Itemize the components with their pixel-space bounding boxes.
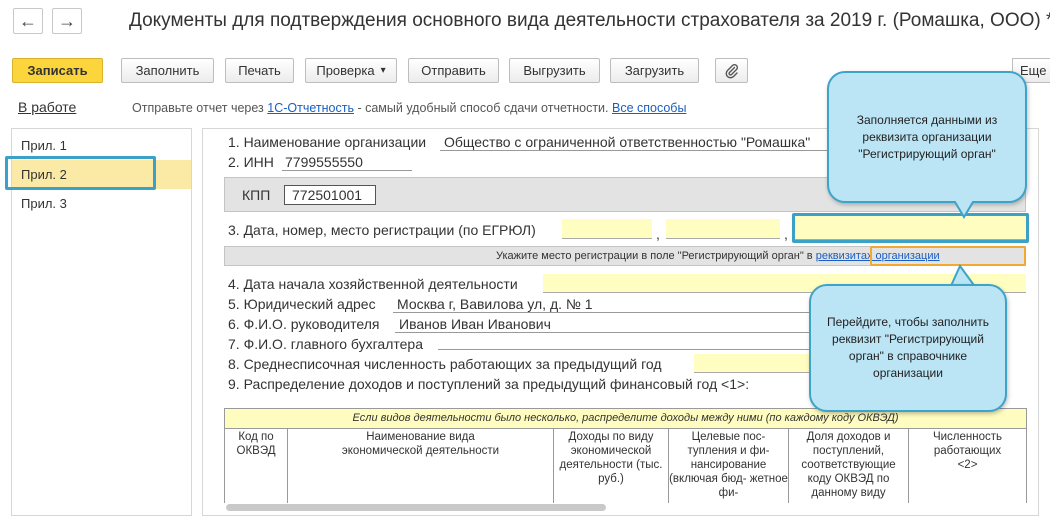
director-field[interactable]: Иванов Иван Иванович: [395, 316, 815, 333]
accountant-field[interactable]: [438, 349, 816, 350]
fill-button[interactable]: Заполнить: [121, 58, 214, 83]
check-button[interactable]: Проверка ▾: [305, 58, 397, 83]
1c-reporting-link[interactable]: 1С-Отчетность: [267, 101, 354, 115]
reg-date-field[interactable]: [562, 219, 652, 239]
org-name-field[interactable]: Общество с ограниченной ответственностью…: [440, 134, 835, 151]
column-activity-name: Наименование вида экономической деятельн…: [287, 429, 554, 503]
attach-button[interactable]: [715, 58, 748, 83]
page-title: Документы для подтверждения основного ви…: [129, 10, 1050, 31]
inn-label: 2. ИНН: [228, 154, 274, 170]
sidebar-item-app3[interactable]: Прил. 3: [12, 189, 191, 218]
kpp-label: КПП: [242, 187, 271, 203]
check-button-label: Проверка: [316, 63, 375, 78]
column-okved: Код по ОКВЭД: [224, 429, 288, 503]
inn-field[interactable]: 7799555550: [282, 154, 412, 171]
address-field[interactable]: Москва г, Вавилова ул, д. № 1: [393, 296, 813, 313]
hint-middle: - самый удобный способ сдачи отчетности.: [353, 101, 612, 115]
reg-hint-prefix: Укажите место регистрации в поле "Регист…: [496, 250, 816, 262]
headcount-label: 8. Среднесписочная численность работающи…: [228, 356, 662, 372]
status-link[interactable]: В работе: [18, 99, 76, 115]
arrow-left-icon: ←: [19, 10, 37, 31]
load-button[interactable]: Загрузить: [610, 58, 699, 83]
kpp-field[interactable]: 772501001: [284, 185, 376, 205]
back-button[interactable]: ←: [13, 8, 43, 34]
chevron-down-icon: ▾: [380, 65, 386, 76]
print-button[interactable]: Печать: [225, 58, 294, 83]
arrow-right-icon: →: [58, 10, 76, 31]
address-label: 5. Юридический адрес: [228, 296, 376, 312]
director-label: 6. Ф.И.О. руководителя: [228, 316, 380, 332]
column-income-share: Доля доходов и поступлений, соответствую…: [788, 429, 909, 503]
selection-highlight: [5, 156, 156, 190]
paperclip-icon: [725, 63, 738, 78]
callout-registering-authority: Заполняется данными из реквизита организ…: [827, 71, 1027, 203]
comma-2: ,: [784, 226, 788, 242]
start-date-label: 4. Дата начала хозяйственной деятельност…: [228, 276, 518, 292]
comma-1: ,: [656, 226, 660, 242]
reg-number-field[interactable]: [666, 219, 780, 239]
all-methods-link[interactable]: Все способы: [612, 101, 686, 115]
callout-pointer-top: [950, 197, 978, 219]
save-button[interactable]: Записать: [12, 58, 103, 83]
callout-go-to-requisite: Перейдите, чтобы заполнить реквизит "Рег…: [809, 284, 1007, 412]
sending-hint: Отправьте отчет через 1С-Отчетность - са…: [132, 101, 686, 115]
horizontal-scrollbar[interactable]: [226, 504, 606, 511]
column-income: Доходы по виду экономической деятельност…: [553, 429, 669, 503]
accountant-label: 7. Ф.И.О. главного бухгалтера: [228, 336, 423, 352]
upload-button[interactable]: Выгрузить: [509, 58, 600, 83]
registration-label: 3. Дата, номер, место регистрации (по ЕГ…: [228, 222, 536, 238]
column-headcount: Численность работающих <2>: [908, 429, 1027, 503]
headcount-field[interactable]: [694, 354, 816, 373]
send-button[interactable]: Отправить: [408, 58, 499, 83]
column-target-income: Целевые пос- тупления и фи- нансирование…: [668, 429, 789, 503]
reg-place-highlight: [792, 213, 1029, 243]
hint-prefix: Отправьте отчет через: [132, 101, 268, 115]
forward-button[interactable]: →: [52, 8, 82, 34]
org-name-label: 1. Наименование организации: [228, 134, 427, 150]
income-distribution-label: 9. Распределение доходов и поступлений з…: [228, 376, 750, 392]
